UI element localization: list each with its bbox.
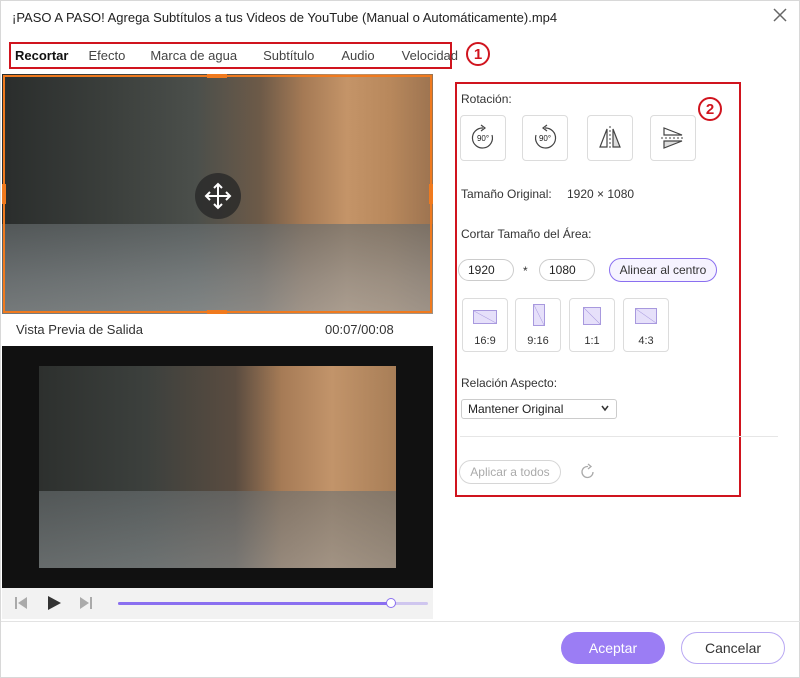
crop-preview[interactable]	[2, 74, 433, 314]
footer-divider	[1, 621, 800, 622]
tab-bar: Recortar Efecto Marca de agua Subtítulo …	[9, 42, 458, 69]
move-icon[interactable]	[195, 173, 241, 219]
output-preview-label: Vista Previa de Salida	[16, 322, 143, 337]
panel-divider	[460, 436, 778, 437]
chevron-down-icon	[601, 405, 609, 412]
tab-marca-de-agua[interactable]: Marca de agua	[150, 48, 237, 63]
ratio-4-3-label: 4:3	[638, 335, 654, 347]
tab-efecto[interactable]: Efecto	[88, 48, 125, 63]
crop-handle-right[interactable]	[429, 184, 433, 204]
flip-horizontal-button[interactable]	[587, 115, 633, 161]
progress-fill	[118, 602, 391, 605]
times-sign: *	[523, 264, 528, 278]
tab-audio[interactable]: Audio	[341, 48, 374, 63]
original-size-value: 1920 × 1080	[567, 187, 635, 201]
flip-vertical-button[interactable]	[650, 115, 696, 161]
window-title: ¡PASO A PASO! Agrega Subtítulos a tus Vi…	[12, 10, 558, 25]
svg-text:90°: 90°	[539, 134, 551, 143]
rotate-right-button[interactable]: 90°	[460, 115, 506, 161]
progress-knob[interactable]	[385, 598, 396, 608]
crop-settings-panel: Rotación: 90° 90° 2 Tamaño Original: 192…	[455, 82, 778, 497]
ratio-1-1-label: 1:1	[584, 335, 600, 347]
edit-dialog: ¡PASO A PASO! Agrega Subtítulos a tus Vi…	[0, 0, 800, 678]
next-frame-icon[interactable]	[78, 595, 94, 611]
svg-text:90°: 90°	[477, 134, 489, 143]
ratio-16-9-button[interactable]: 16:9	[462, 298, 508, 352]
tab-velocidad[interactable]: Velocidad	[402, 48, 458, 63]
close-icon[interactable]	[771, 6, 789, 24]
flip-horizontal-icon	[599, 126, 621, 150]
output-preview-image	[39, 366, 396, 568]
tab-subtitulo[interactable]: Subtítulo	[263, 48, 314, 63]
player-controls	[2, 588, 433, 619]
aspect-ratio-label: Relación Aspecto:	[461, 376, 558, 390]
annotation-badge-1: 1	[466, 42, 490, 66]
rotation-label: Rotación:	[461, 92, 512, 106]
align-center-button[interactable]: Alinear al centro	[609, 258, 717, 282]
apply-to-all-button[interactable]: Aplicar a todos	[459, 460, 561, 484]
ratio-1-1-button[interactable]: 1:1	[569, 298, 615, 352]
reset-icon[interactable]	[579, 463, 597, 481]
rotate-left-button[interactable]: 90°	[522, 115, 568, 161]
ratio-4-3-button[interactable]: 4:3	[623, 298, 669, 352]
crop-handle-bottom[interactable]	[207, 310, 227, 314]
crop-handle-top[interactable]	[207, 74, 227, 78]
tab-recortar[interactable]: Recortar	[15, 48, 68, 63]
aspect-ratio-select[interactable]: Mantener Original	[461, 399, 617, 419]
crop-height-input[interactable]: 1080	[539, 259, 595, 281]
aspect-ratio-value: Mantener Original	[468, 402, 564, 416]
original-size-label: Tamaño Original:	[461, 187, 552, 201]
accept-button[interactable]: Aceptar	[561, 632, 665, 664]
annotation-badge-2: 2	[698, 97, 722, 121]
cancel-button[interactable]: Cancelar	[681, 632, 785, 664]
crop-width-input[interactable]: 1920	[458, 259, 514, 281]
crop-area-label: Cortar Tamaño del Área:	[461, 227, 592, 241]
flip-vertical-icon	[661, 127, 685, 149]
crop-handle-left[interactable]	[2, 184, 6, 204]
progress-slider[interactable]	[118, 598, 428, 608]
playback-time: 00:07/00:08	[325, 322, 394, 337]
previous-frame-icon[interactable]	[13, 595, 29, 611]
ratio-9-16-label: 9:16	[527, 335, 549, 347]
ratio-16-9-label: 16:9	[474, 335, 496, 347]
rotate-left-90-icon: 90°	[534, 124, 557, 149]
ratio-9-16-button[interactable]: 9:16	[515, 298, 561, 352]
output-preview	[2, 346, 433, 588]
play-icon[interactable]	[46, 595, 62, 611]
rotate-right-90-icon: 90°	[471, 124, 494, 149]
